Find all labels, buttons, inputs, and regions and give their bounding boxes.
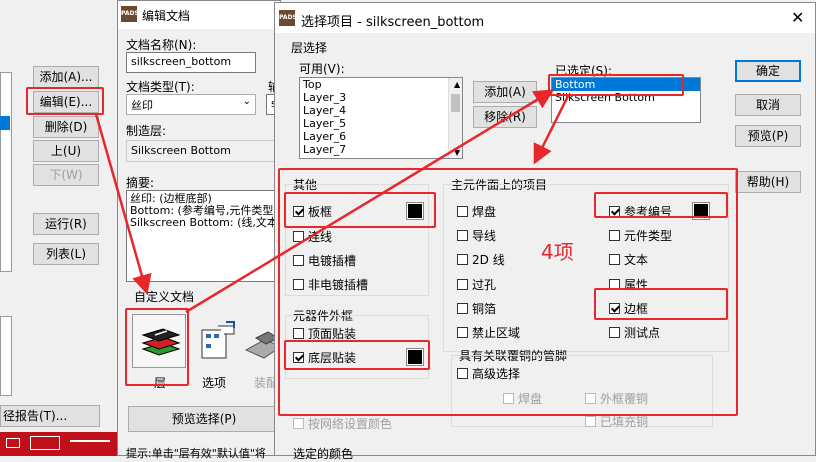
annotation-arrows [94,89,570,314]
arrow-edit-to-layer [94,113,152,295]
arrow-selected-to-items [533,95,570,165]
arrow-layer-to-selected [185,89,555,314]
